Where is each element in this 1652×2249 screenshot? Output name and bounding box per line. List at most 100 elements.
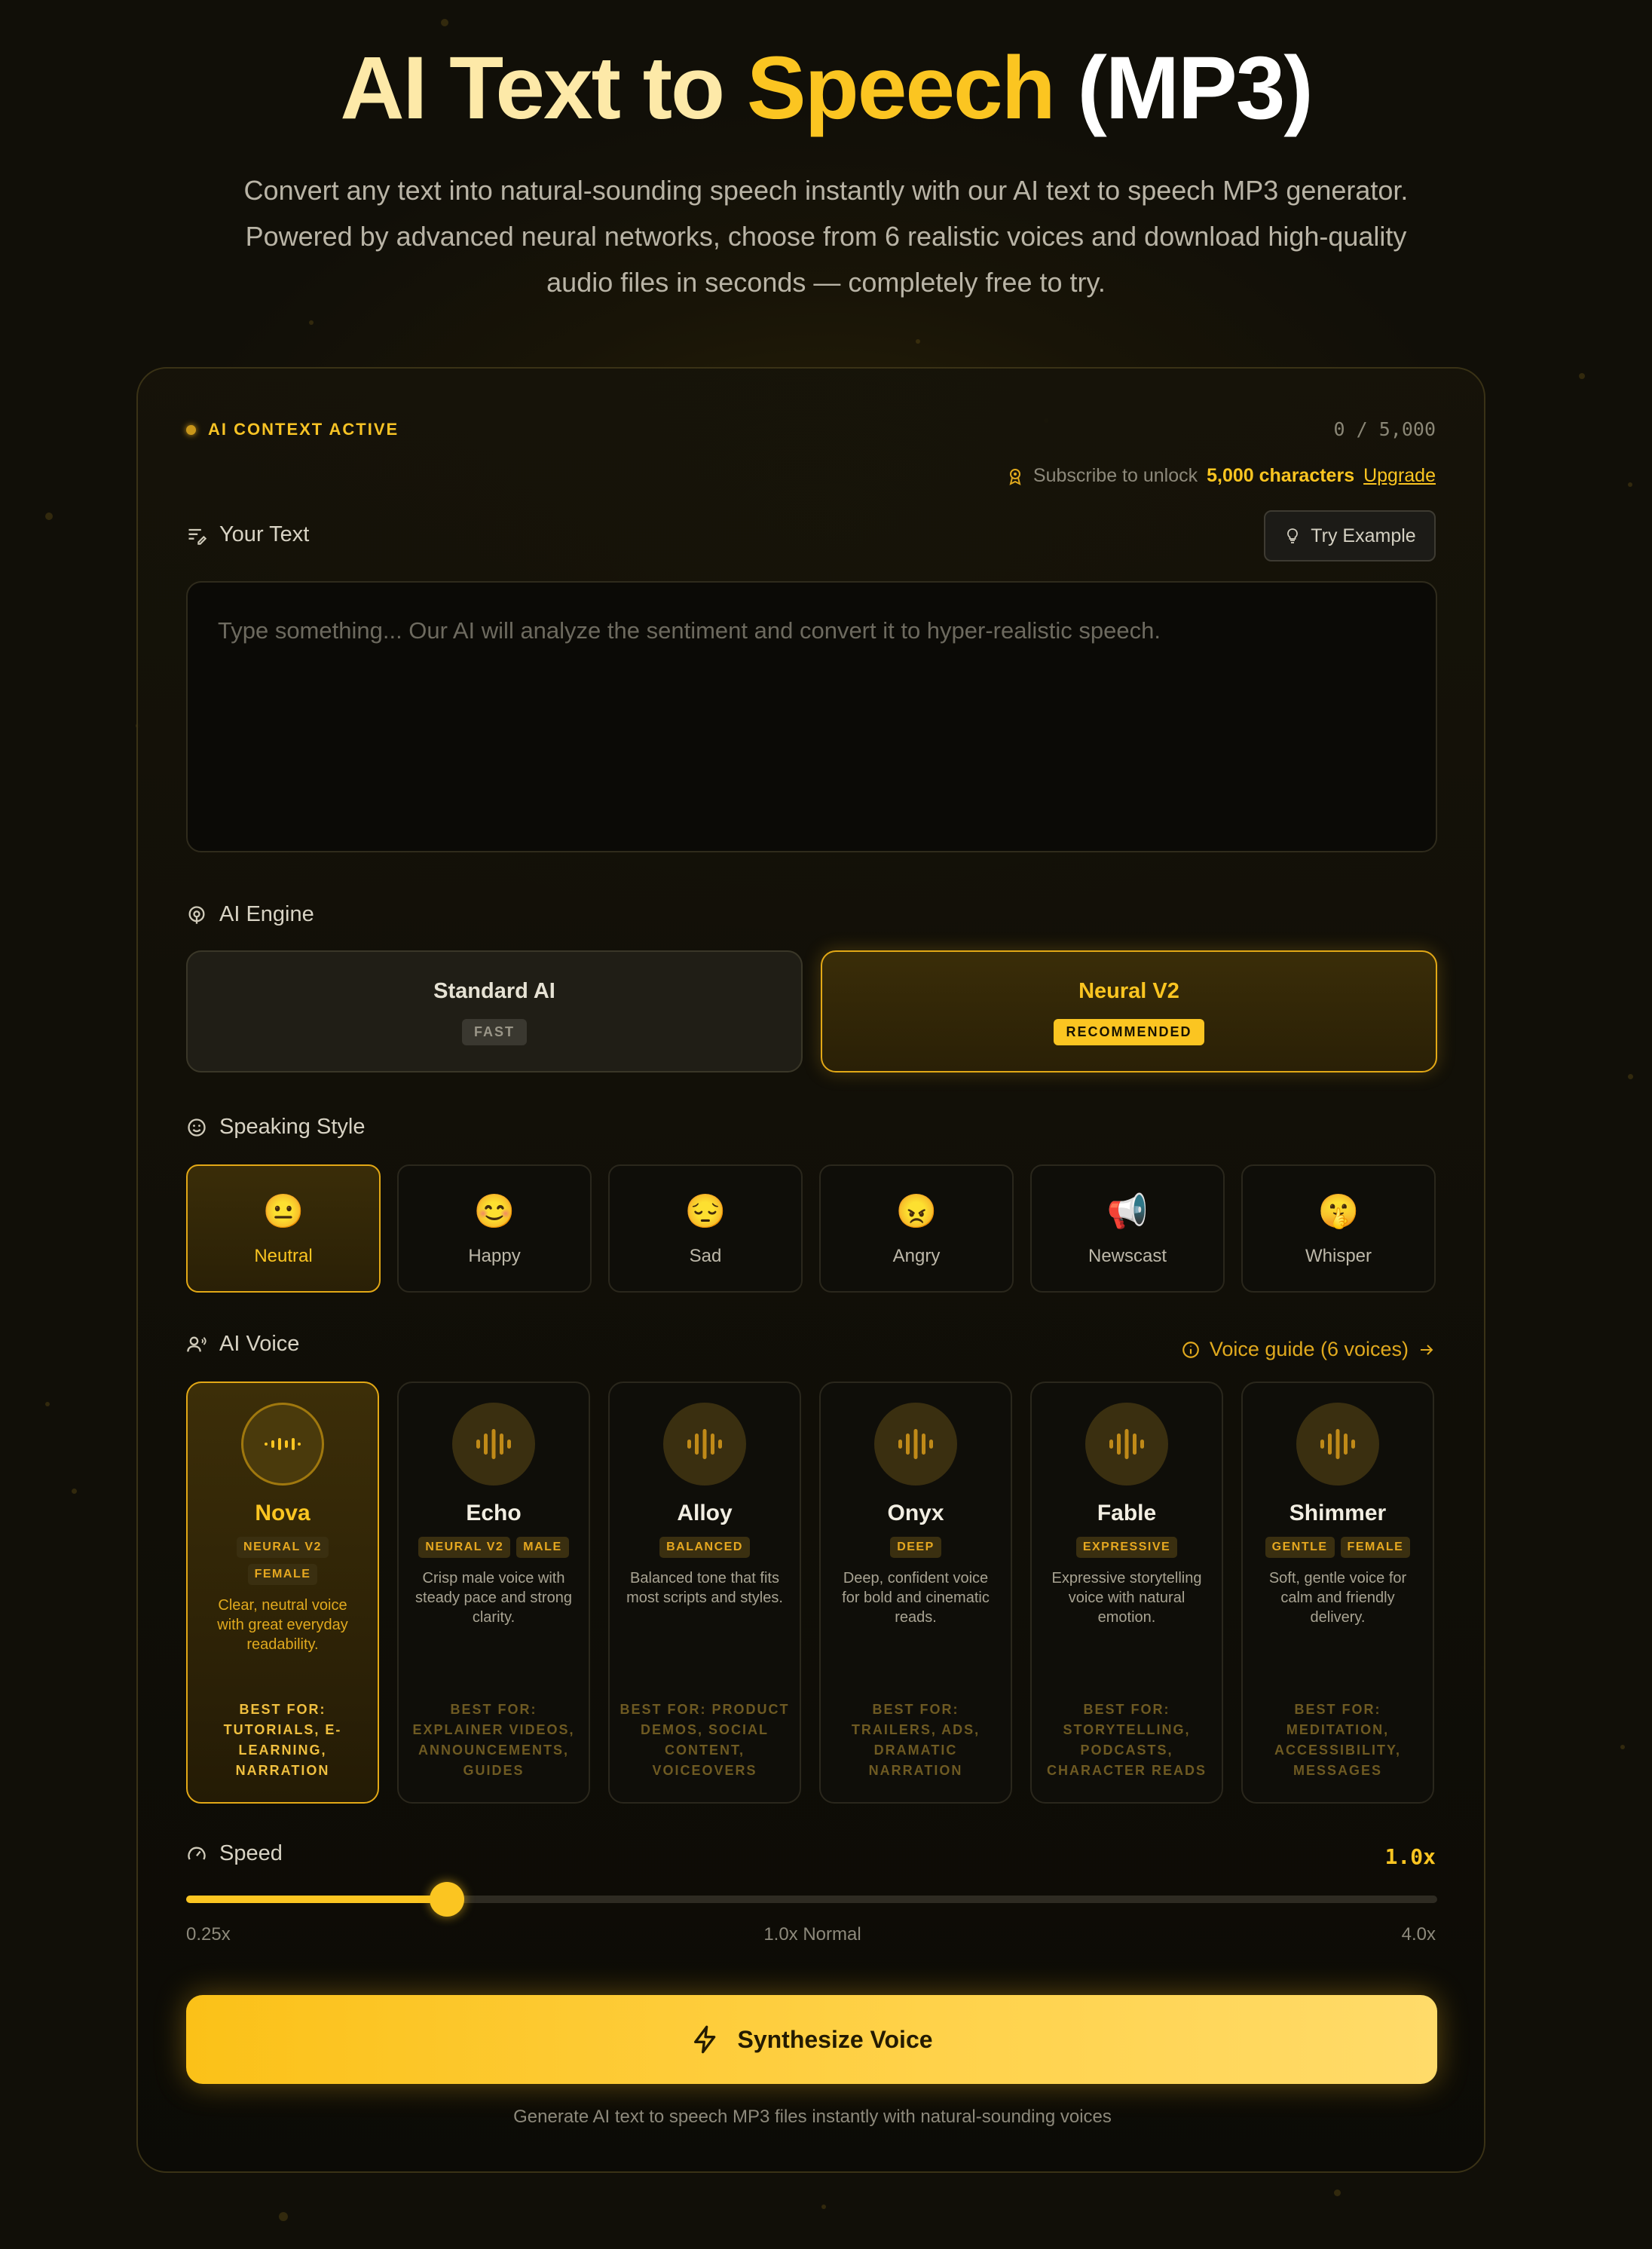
- particle: [72, 1489, 77, 1494]
- voice-tag: EXPRESSIVE: [1075, 1537, 1178, 1558]
- voice-description: Expressive storytelling voice with natur…: [1051, 1570, 1202, 1626]
- voice-name: Fable: [1097, 1501, 1157, 1525]
- audio-wave-icon: [476, 1429, 511, 1459]
- style-option-happy[interactable]: 😊 Happy: [397, 1164, 592, 1293]
- voice-tag: FEMALE: [1340, 1537, 1411, 1558]
- voice-card-onyx[interactable]: Onyx DEEP Deep, confident voice for bold a…: [819, 1382, 1012, 1804]
- particle: [279, 2212, 288, 2221]
- engine-badge: RECOMMENDED: [1054, 1019, 1204, 1045]
- speaking-style-label: Speaking Style: [186, 1115, 365, 1140]
- style-emoji-icon: 😐: [262, 1193, 304, 1230]
- style-emoji-icon: 📢: [1106, 1193, 1149, 1230]
- char-counter: 0 / 5,000: [1333, 418, 1436, 440]
- particle: [1620, 1745, 1625, 1749]
- voice-best-for: BEST FOR: MEDITATION, ACCESSIBILITY, MES…: [1274, 1702, 1402, 1778]
- particle: [1334, 2189, 1341, 2196]
- gauge-icon: [188, 1847, 206, 1860]
- voice-options: Nova NEURAL V2 FEMALE Clear, neutral voice …: [186, 1382, 1434, 1804]
- voice-best-for: BEST FOR: PRODUCT DEMOS, SOCIAL CONTENT,…: [620, 1702, 790, 1778]
- ai-engine-label: AI Engine: [186, 902, 314, 927]
- subscribe-notice: Subscribe to unlock 5,000 characters Upg…: [1006, 465, 1436, 487]
- speed-slider-handle[interactable]: [430, 1882, 464, 1917]
- voice-user-icon: [187, 1336, 206, 1351]
- voice-tags: DEEP: [821, 1537, 1011, 1558]
- style-option-label: Happy: [468, 1246, 521, 1266]
- style-emoji-icon: 🤫: [1317, 1193, 1360, 1230]
- style-option-label: Newscast: [1088, 1246, 1167, 1266]
- engine-icon: [188, 905, 205, 924]
- text-edit-icon: [188, 528, 207, 545]
- speed-mid-label: 1.0x Normal: [763, 1924, 861, 1945]
- award-icon: [1009, 468, 1021, 485]
- speed-label: Speed: [186, 1841, 283, 1866]
- style-emoji-icon: 😠: [895, 1193, 938, 1230]
- voice-tag: GENTLE: [1265, 1537, 1335, 1558]
- voice-name: Shimmer: [1289, 1501, 1387, 1525]
- synthesize-button[interactable]: Synthesize Voice: [186, 1995, 1437, 2084]
- audio-wave-icon: [1109, 1429, 1144, 1459]
- audio-wave-icon: [687, 1429, 722, 1459]
- voice-tag: NEURAL V2: [237, 1537, 329, 1558]
- voice-avatar: [241, 1403, 324, 1486]
- voice-card-echo[interactable]: Echo NEURAL V2 MALE Crisp male voice with s…: [397, 1382, 590, 1804]
- style-option-newscast[interactable]: 📢 Newscast: [1030, 1164, 1225, 1293]
- ai-voice-label: AI Voice: [186, 1332, 299, 1357]
- voice-avatar: [1296, 1403, 1379, 1486]
- voice-tags: BALANCED: [610, 1537, 800, 1558]
- particle: [45, 513, 53, 520]
- audio-wave-icon: [265, 1438, 301, 1450]
- status-dot-icon: [186, 424, 196, 435]
- lightning-icon: [694, 2025, 716, 2054]
- style-option-whisper[interactable]: 🤫 Whisper: [1241, 1164, 1436, 1293]
- voice-tags: NEURAL V2 FEMALE: [188, 1537, 378, 1585]
- voice-name: Alloy: [677, 1501, 733, 1525]
- speed-value: 1.0x: [1384, 1844, 1436, 1869]
- page-title: AI Text to Speech (MP3): [340, 38, 1313, 138]
- voice-best-for: BEST FOR: STORYTELLING, PODCASTS, CHARAC…: [1046, 1702, 1207, 1778]
- particle: [916, 339, 920, 344]
- voice-avatar: [663, 1403, 746, 1486]
- voice-description: Balanced tone that fits most scripts and…: [626, 1570, 783, 1606]
- voice-card-alloy[interactable]: Alloy BALANCED Balanced tone that fits mos…: [608, 1382, 801, 1804]
- lightbulb-icon: [1287, 528, 1299, 543]
- voice-guide-link[interactable]: Voice guide (6 voices): [1181, 1338, 1436, 1361]
- voice-tags: NEURAL V2 MALE: [399, 1537, 589, 1558]
- particle: [45, 1402, 50, 1406]
- style-emoji-icon: 😔: [684, 1193, 727, 1230]
- voice-best-for: BEST FOR: TUTORIALS, E-LEARNING, NARRATI…: [223, 1702, 342, 1778]
- style-option-label: Whisper: [1305, 1246, 1372, 1266]
- voice-tag: FEMALE: [247, 1564, 318, 1585]
- speed-slider-fill: [186, 1896, 447, 1903]
- hero: AI Text to Speech (MP3) Convert any text…: [0, 39, 1652, 305]
- upgrade-link[interactable]: Upgrade: [1363, 465, 1436, 487]
- smile-icon: [188, 1118, 206, 1137]
- voice-tag: MALE: [516, 1537, 569, 1558]
- page-subtitle: Convert any text into natural-sounding s…: [243, 175, 1409, 298]
- audio-wave-icon: [898, 1429, 933, 1459]
- voice-card-shimmer[interactable]: Shimmer GENTLE FEMALE Soft, gentle voice fo…: [1241, 1382, 1434, 1804]
- voice-card-fable[interactable]: Fable EXPRESSIVE Expressive storytelling v…: [1030, 1382, 1223, 1804]
- style-option-sad[interactable]: 😔 Sad: [608, 1164, 803, 1293]
- style-option-label: Sad: [689, 1246, 722, 1266]
- voice-description: Soft, gentle voice for calm and friendly…: [1268, 1570, 1407, 1626]
- text-input[interactable]: Type something... Our AI will analyze th…: [186, 581, 1437, 852]
- voice-avatar: [452, 1403, 535, 1486]
- voice-description: Deep, confident voice for bold and cinem…: [842, 1570, 990, 1626]
- voice-best-for: BEST FOR: TRAILERS, ADS, DRAMATIC NARRAT…: [851, 1702, 980, 1778]
- style-options: 😐 Neutral 😊 Happy 😔 Sad 😠 Angry 📢 Newscast 🤫 Whispe…: [186, 1164, 1436, 1293]
- style-option-label: Angry: [892, 1246, 941, 1266]
- particle: [1628, 482, 1632, 487]
- style-option-neutral[interactable]: 😐 Neutral: [186, 1164, 381, 1293]
- engine-option-standard[interactable]: Standard AI FAST: [186, 950, 803, 1072]
- particle: [821, 2205, 826, 2209]
- voice-card-nova[interactable]: Nova NEURAL V2 FEMALE Clear, neutral voice …: [186, 1382, 379, 1804]
- engine-option-neural[interactable]: Neural V2 RECOMMENDED: [821, 950, 1437, 1072]
- footnote: Generate AI text to speech MP3 files ins…: [513, 2107, 1112, 2127]
- info-icon: [1182, 1341, 1199, 1358]
- voice-best-for: BEST FOR: EXPLAINER VIDEOS, ANNOUNCEMENT…: [412, 1702, 575, 1778]
- style-option-angry[interactable]: 😠 Angry: [819, 1164, 1014, 1293]
- try-example-button[interactable]: Try Example: [1264, 510, 1436, 561]
- voice-description: Crisp male voice with steady pace and st…: [415, 1570, 572, 1626]
- voice-name: Echo: [466, 1501, 522, 1525]
- arrow-right-icon: [1421, 1344, 1433, 1355]
